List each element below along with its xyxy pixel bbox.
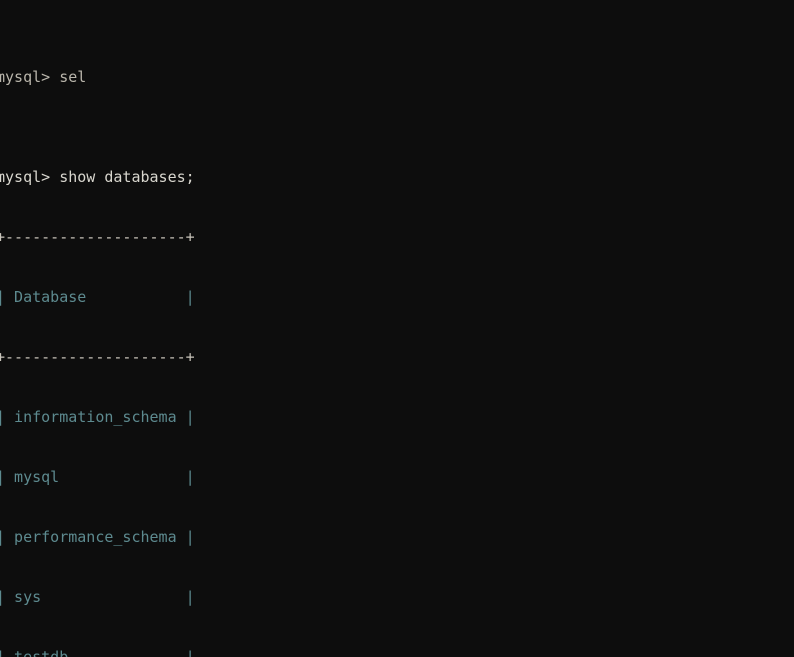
table-row: | mysql | (0, 468, 195, 486)
table-header-separator: +--------------------+ (0, 348, 195, 366)
terminal-screen[interactable]: mysql> sel mysql> show databases; +-----… (0, 0, 794, 657)
command-show-databases[interactable]: mysql> show databases; (0, 167, 794, 187)
scrollback-partial-line: mysql> sel (0, 68, 87, 86)
table-row: | testdb | (0, 648, 195, 657)
table-header-row: | Database | (0, 288, 195, 306)
terminal-window[interactable]: mysql> sel mysql> show databases; +-----… (0, 0, 794, 657)
table-row: | sys | (0, 588, 195, 606)
table-top-rule: +--------------------+ (0, 228, 195, 246)
table-row: | performance_schema | (0, 528, 195, 546)
table-row: | information_schema | (0, 408, 195, 426)
